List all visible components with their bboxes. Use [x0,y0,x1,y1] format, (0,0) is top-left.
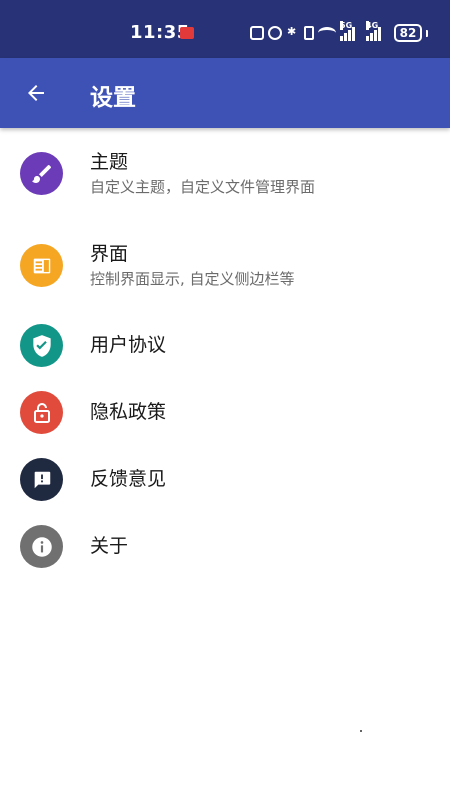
settings-item-interface[interactable]: 界面 控制界面显示, 自定义侧边栏等 [0,220,450,312]
interface-text: 界面 控制界面显示, 自定义侧边栏等 [90,242,295,290]
car-notification-icon [180,27,194,39]
item-subtitle: 控制界面显示, 自定义侧边栏等 [90,270,295,288]
signal-4g-icon: 4G [366,21,388,41]
app-bar: 设置 [0,58,450,128]
settings-item-theme[interactable]: 主题 自定义主题，自定义文件管理界面 [0,128,450,220]
feedback-text: 反馈意见 [90,467,166,491]
about-icon-circle [20,525,63,568]
page-title: 设置 [90,85,136,111]
settings-list: 主题 自定义主题，自定义文件管理界面 界面 控制界面显示, 自定义侧边栏等 用户… [0,128,450,580]
about-text: 关于 [90,534,128,558]
signal-5g-icon: 5G [340,21,362,41]
wifi-icon [318,27,336,39]
vibrate-icon [304,26,314,40]
feedback-icon [34,471,50,488]
item-title: 界面 [90,243,129,265]
info-icon [31,536,52,557]
item-title: 反馈意见 [90,468,167,490]
item-title: 隐私政策 [90,401,167,423]
settings-item-feedback[interactable]: 反馈意见 [0,446,450,513]
signal-4g-label: 4G [366,21,379,30]
status-bar: 11:35 5G 4G 82 [0,0,450,58]
privacy-icon-circle [20,391,63,434]
settings-item-privacy[interactable]: 隐私政策 [0,379,450,446]
settings-item-user-agreement[interactable]: 用户协议 [0,312,450,379]
interface-icon-circle [20,244,63,287]
back-button[interactable] [18,75,54,111]
bluetooth-icon [286,25,300,40]
status-icons: 5G 4G 82 [250,21,428,44]
privacy-text: 隐私政策 [90,400,166,424]
item-title: 主题 [90,151,129,173]
lock-icon [33,402,50,423]
battery-tip [426,29,428,37]
nfc-icon [250,26,264,40]
item-title: 关于 [90,535,129,557]
agreement-text: 用户协议 [90,333,166,357]
item-title: 用户协议 [90,334,167,356]
arrow-left-icon [28,85,44,101]
battery-level: 82 [394,24,422,42]
alarm-icon [268,26,282,40]
settings-item-about[interactable]: 关于 [0,513,450,580]
sidebar-icon [33,258,50,273]
item-subtitle: 自定义主题，自定义文件管理界面 [90,178,316,196]
brush-icon [31,164,51,183]
theme-text: 主题 自定义主题，自定义文件管理界面 [90,150,315,198]
decorative-dot [360,730,362,732]
theme-icon-circle [20,152,63,195]
shield-check-icon [32,334,51,357]
feedback-icon-circle [20,458,63,501]
agreement-icon-circle [20,324,63,367]
signal-5g-label: 5G [340,21,353,30]
